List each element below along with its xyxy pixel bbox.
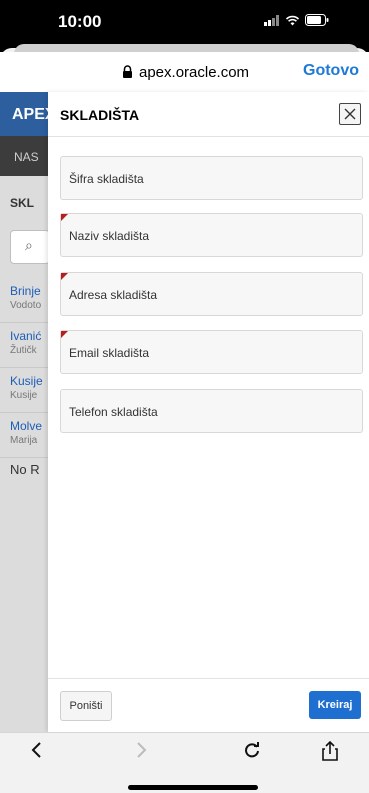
- forward-icon[interactable]: [136, 741, 148, 765]
- home-indicator: [128, 785, 258, 790]
- done-button[interactable]: Gotovo: [303, 62, 359, 80]
- list-item: Brinje Vodoto: [0, 278, 48, 323]
- field-naziv[interactable]: Naziv skladišta: [60, 213, 363, 257]
- back-icon[interactable]: [30, 741, 42, 765]
- field-label: Email skladišta: [69, 346, 150, 360]
- cancel-button[interactable]: Poništi: [60, 691, 112, 721]
- field-telefon[interactable]: Telefon skladišta: [60, 389, 363, 433]
- list-item: Molve Marija: [0, 413, 48, 458]
- field-email[interactable]: Email skladišta: [60, 330, 363, 374]
- share-icon[interactable]: [322, 740, 338, 767]
- no-rows-text: No R: [10, 462, 40, 477]
- url-text: apex.oracle.com: [139, 64, 250, 81]
- list-item: Kusije Kusije: [0, 368, 48, 413]
- field-adresa[interactable]: Adresa skladišta: [60, 272, 363, 316]
- list-item-title: Kusije: [10, 374, 43, 388]
- app-nav: NAS: [0, 136, 48, 176]
- list-item-subtitle: Žutičk: [10, 345, 37, 356]
- address[interactable]: apex.oracle.com: [122, 64, 249, 81]
- search-icon: ⌕: [25, 237, 33, 253]
- system-icons: [264, 13, 329, 31]
- list-item-title: Molve: [10, 419, 43, 433]
- required-marker: [61, 273, 68, 280]
- required-marker: [61, 331, 68, 338]
- lock-icon: [122, 64, 133, 81]
- list-item-subtitle: Vodoto: [10, 300, 42, 311]
- dialog-title: SKLADIŠTA: [60, 107, 140, 123]
- close-button[interactable]: [339, 103, 361, 125]
- wifi-icon: [285, 13, 300, 31]
- list-item-subtitle: Marija: [10, 435, 38, 446]
- field-label: Adresa skladišta: [69, 288, 158, 302]
- list-item-title: Brinje: [10, 284, 41, 298]
- app-section-title: SKL: [10, 196, 34, 210]
- list-item-title: Ivanić: [10, 329, 42, 343]
- field-label: Šifra skladišta: [69, 172, 144, 186]
- status-time: 10:00: [58, 12, 102, 31]
- app-header: APEX: [0, 92, 56, 136]
- dialog-header: SKLADIŠTA: [48, 92, 369, 137]
- dialog-footer: Poništi Kreiraj: [48, 678, 369, 733]
- dialog: SKLADIŠTA Šifra skladišta Naziv skladišt…: [48, 92, 369, 733]
- field-label: Naziv skladišta: [69, 229, 150, 243]
- list-item: Ivanić Žutičk: [0, 323, 48, 368]
- field-sifra[interactable]: Šifra skladišta: [60, 156, 363, 200]
- list-item-subtitle: Kusije: [10, 390, 38, 401]
- signal-icon: [264, 13, 280, 31]
- field-label: Telefon skladišta: [69, 405, 158, 419]
- required-marker: [61, 214, 68, 221]
- status-bar: 10:00: [0, 0, 369, 48]
- app-list: Brinje Vodoto Ivanić Žutičk Kusije Kusij…: [0, 278, 48, 458]
- app-search: ⌕: [10, 230, 50, 264]
- browser-toolbar: [0, 732, 369, 793]
- create-button[interactable]: Kreiraj: [309, 691, 361, 719]
- reload-icon[interactable]: [243, 741, 261, 765]
- app-nav-label: NAS: [14, 150, 39, 164]
- close-icon: [344, 108, 356, 120]
- url-bar: apex.oracle.com Gotovo: [0, 52, 369, 93]
- battery-icon: [305, 13, 329, 31]
